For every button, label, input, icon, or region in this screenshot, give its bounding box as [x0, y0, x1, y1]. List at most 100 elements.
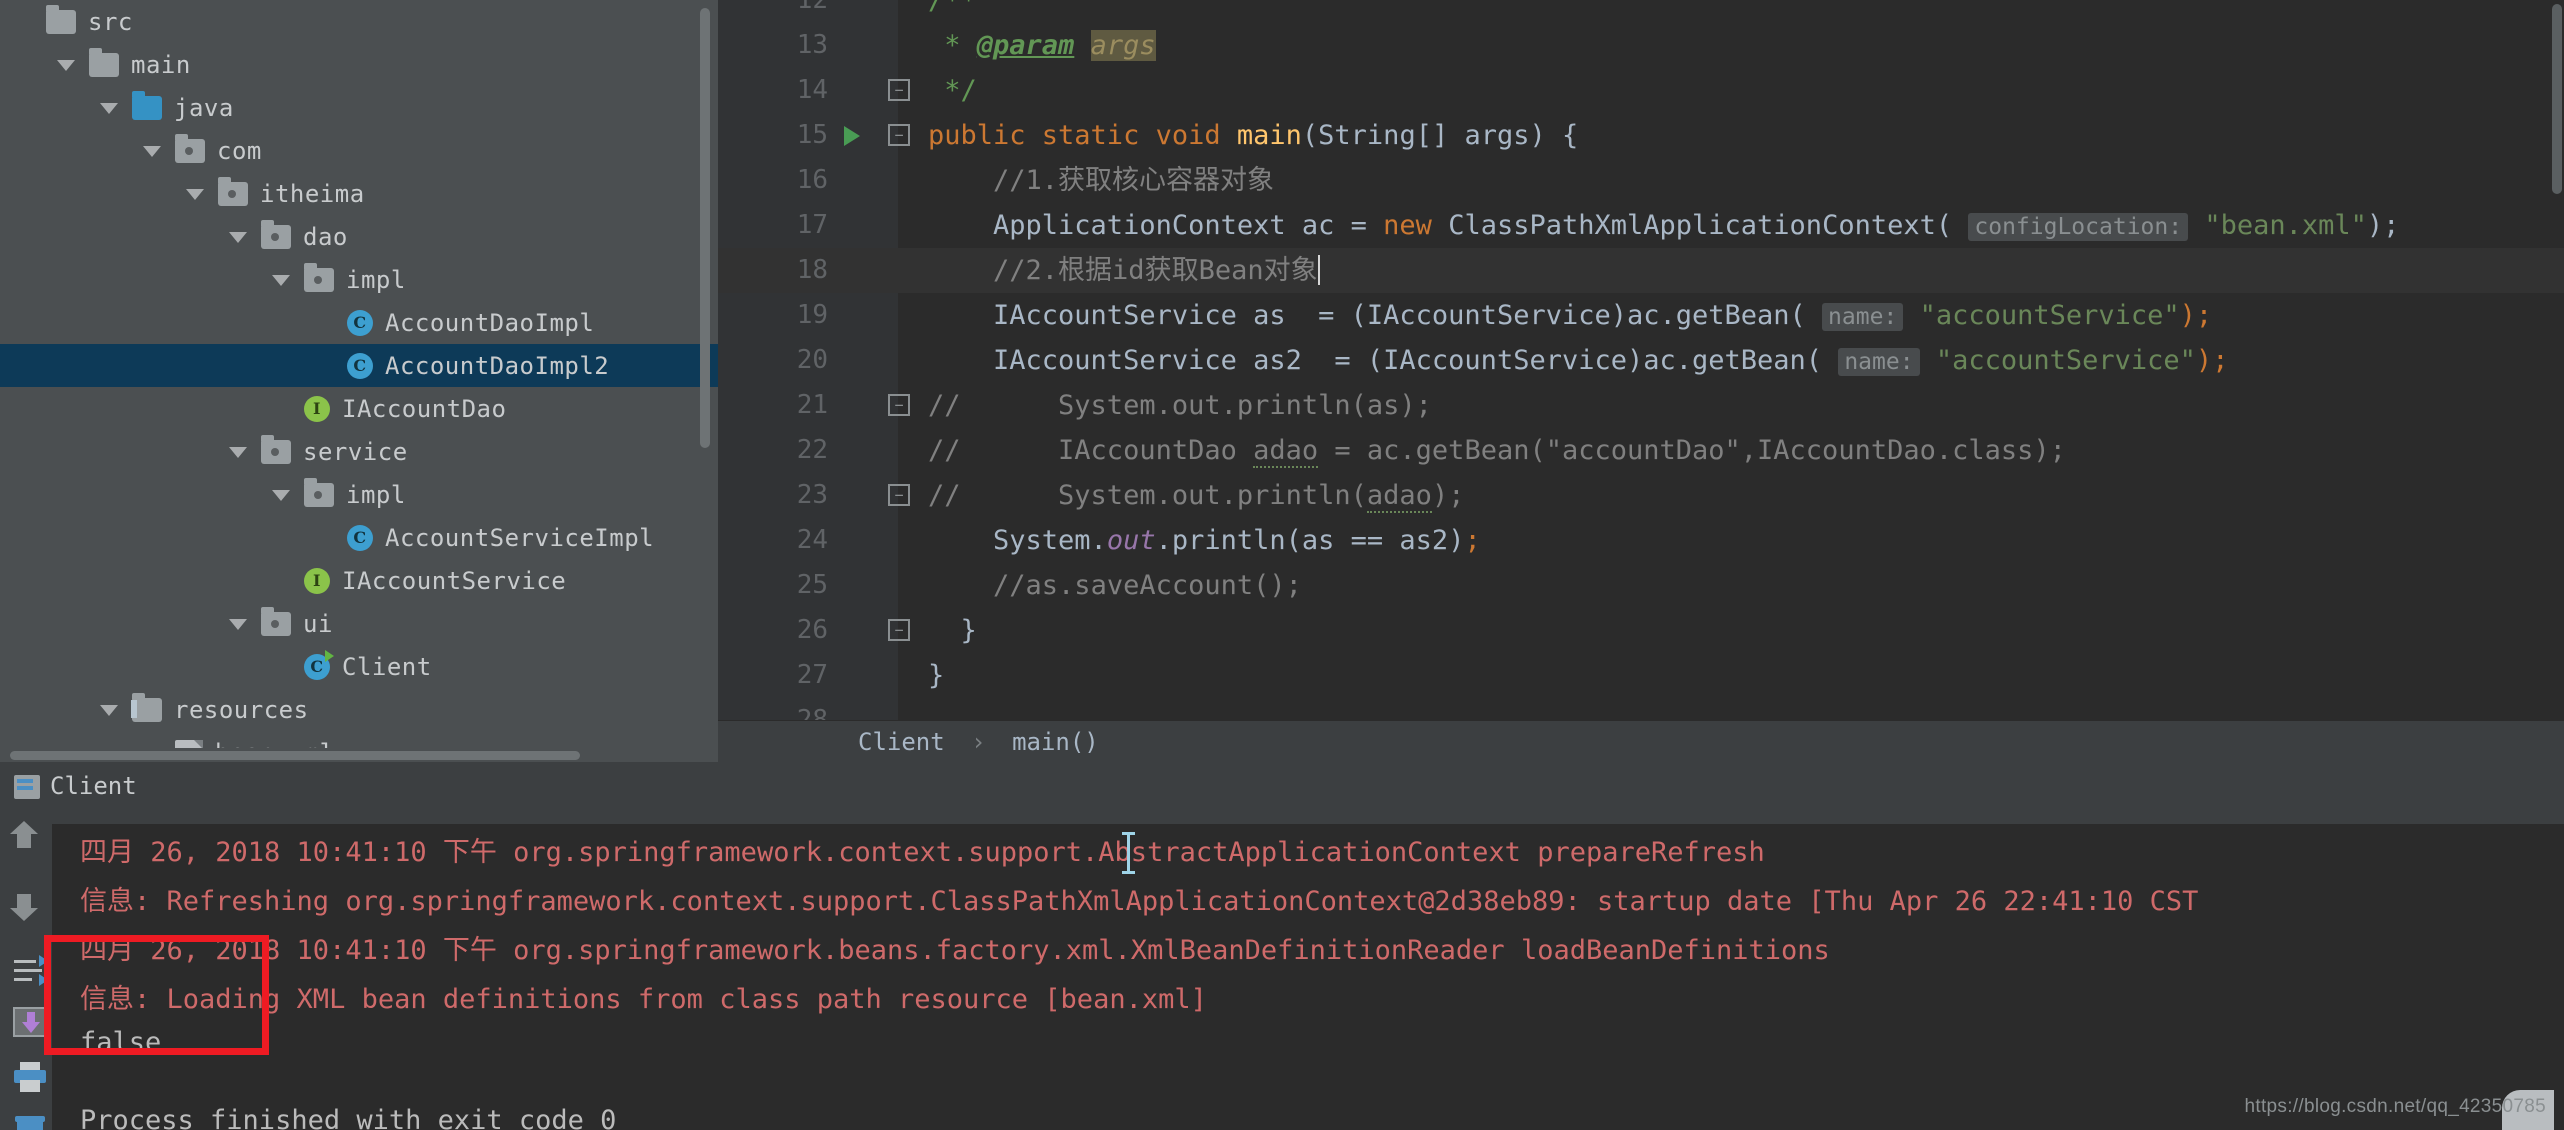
- package-icon: [261, 607, 291, 636]
- run-tab-client[interactable]: Client: [14, 768, 137, 804]
- tree-item-accountdaoimpl[interactable]: C AccountDaoImpl: [0, 301, 718, 344]
- package-icon: [304, 263, 334, 292]
- chevron-down-icon[interactable]: [57, 59, 75, 71]
- run-tool-window: Client 四月 26, 2018 10:41:10 下午 org.sprin…: [0, 762, 2564, 1130]
- code-line-13[interactable]: 13 * @param args: [718, 23, 2564, 68]
- tree-item-label: main: [131, 50, 191, 79]
- chevron-down-icon[interactable]: [272, 489, 290, 501]
- code-line-24[interactable]: 24 System.out.println(as == as2);: [718, 518, 2564, 563]
- scroll-up-icon[interactable]: [6, 821, 46, 868]
- project-tree-horizontal-scrollbar[interactable]: [0, 748, 718, 762]
- line-number: 15: [796, 120, 828, 150]
- source-folder-icon: [132, 91, 162, 120]
- tree-item-iaccountdao[interactable]: I IAccountDao: [0, 387, 718, 430]
- tree-item-accountserviceimpl[interactable]: C AccountServiceImpl: [0, 516, 718, 559]
- tree-item-label: com: [217, 136, 262, 165]
- scroll-to-end-icon[interactable]: [6, 1002, 47, 1046]
- code-line-15[interactable]: 15 − public static void main(String[] args…: [718, 113, 2564, 158]
- fold-toggle-icon[interactable]: −: [888, 484, 910, 506]
- tree-item-service[interactable]: service: [0, 430, 718, 473]
- java-class-icon: C: [347, 525, 373, 551]
- chevron-down-icon[interactable]: [100, 704, 118, 716]
- trash-icon[interactable]: [6, 1110, 46, 1130]
- code-text: /**: [928, 0, 977, 16]
- code-line-14[interactable]: 14 − */: [718, 68, 2564, 113]
- scroll-down-icon[interactable]: [6, 886, 46, 930]
- project-tool-window[interactable]: src main java com itheima dao impl C AccountDaoI…: [0, 0, 718, 762]
- code-line-23[interactable]: 23 −// System.out.println(adao);: [718, 473, 2564, 518]
- code-line-19[interactable]: 19 IAccountService as = (IAccountService…: [718, 293, 2564, 338]
- code-line-18[interactable]: 18 //2.根据id获取Bean对象: [718, 248, 2564, 293]
- chevron-down-icon[interactable]: [229, 618, 247, 630]
- code-text: }: [928, 660, 945, 691]
- code-line-17[interactable]: 17 ApplicationContext ac = new ClassPath…: [718, 203, 2564, 248]
- editor-vertical-scrollbar[interactable]: [2552, 4, 2562, 194]
- code-line-21[interactable]: 21 −// System.out.println(as);: [718, 383, 2564, 428]
- chevron-down-icon[interactable]: [229, 446, 247, 458]
- chevron-down-icon[interactable]: [143, 145, 161, 157]
- package-icon: [218, 177, 248, 206]
- tree-item-label: ui: [303, 609, 333, 638]
- tree-item-java[interactable]: java: [0, 86, 718, 129]
- code-line-27[interactable]: 27}: [718, 653, 2564, 698]
- line-number: 25: [796, 570, 828, 600]
- tree-item-label: impl: [346, 265, 406, 294]
- tree-item-itheima[interactable]: itheima: [0, 172, 718, 215]
- chevron-down-icon[interactable]: [186, 188, 204, 200]
- folder-icon: [89, 48, 119, 77]
- tree-item-main[interactable]: main: [0, 43, 718, 86]
- package-icon: [261, 220, 291, 249]
- console-output[interactable]: 四月 26, 2018 10:41:10 下午 org.springframew…: [52, 810, 2564, 1130]
- soft-wrap-icon[interactable]: [6, 950, 48, 994]
- tree-item-impl[interactable]: impl: [0, 473, 718, 516]
- chevron-down-icon[interactable]: [229, 231, 247, 243]
- tree-item-ui[interactable]: ui: [0, 602, 718, 645]
- code-line-26[interactable]: 26 − }: [718, 608, 2564, 653]
- code-text: //as.saveAccount();: [993, 570, 1302, 601]
- fold-toggle-icon[interactable]: −: [888, 124, 910, 146]
- tree-item-label: resources: [174, 695, 309, 724]
- code-text: IAccountService as2 = (IAccountService)a…: [928, 345, 2229, 376]
- code-line-12[interactable]: 12 /**: [718, 0, 2564, 23]
- code-text: //1.获取核心容器对象: [993, 165, 1275, 196]
- tree-item-label: IAccountDao: [342, 394, 507, 423]
- tree-item-com[interactable]: com: [0, 129, 718, 172]
- tree-item-iaccountservice[interactable]: I IAccountService: [0, 559, 718, 602]
- code-line-25[interactable]: 25 //as.saveAccount();: [718, 563, 2564, 608]
- breadcrumb-class[interactable]: Client: [858, 728, 945, 756]
- project-tree-vertical-scrollbar[interactable]: [700, 8, 710, 448]
- code-line-20[interactable]: 20 IAccountService as2 = (IAccountServic…: [718, 338, 2564, 383]
- code-text: // IAccountDao adao = ac.getBean("accoun…: [928, 435, 2066, 468]
- line-number: 14: [796, 75, 828, 105]
- console-line: Process finished with exit code 0: [80, 1105, 617, 1130]
- code-text: // System.out.println(adao);: [928, 480, 1465, 513]
- project-tree[interactable]: src main java com itheima dao impl C AccountDaoI…: [0, 0, 718, 762]
- chevron-down-icon[interactable]: [100, 102, 118, 114]
- code-text: * @param args: [928, 30, 1156, 61]
- code-line-22[interactable]: 22 // IAccountDao adao = ac.getBean("acco…: [718, 428, 2564, 473]
- code-line-16[interactable]: 16 //1.获取核心容器对象: [718, 158, 2564, 203]
- breadcrumb-method[interactable]: main(): [1012, 728, 1099, 756]
- fold-toggle-icon[interactable]: −: [888, 619, 910, 641]
- tree-item-label: IAccountService: [342, 566, 567, 595]
- tree-item-accountdaoimpl2[interactable]: C AccountDaoImpl2: [0, 344, 718, 387]
- chevron-down-icon[interactable]: [272, 274, 290, 286]
- tree-item-impl[interactable]: impl: [0, 258, 718, 301]
- breadcrumb[interactable]: Client › main(): [718, 720, 2564, 762]
- run-gutter-icon[interactable]: [844, 126, 860, 146]
- tree-item-dao[interactable]: dao: [0, 215, 718, 258]
- code-editor[interactable]: 12/** 13 * @param args 14− */15− public sta…: [718, 0, 2564, 762]
- run-tab-label: Client: [50, 772, 137, 800]
- tree-item-label: itheima: [260, 179, 365, 208]
- tree-item-client[interactable]: C Client: [0, 645, 718, 688]
- console-line: 四月 26, 2018 10:41:10 下午 org.springframew…: [80, 837, 1765, 868]
- print-icon[interactable]: [6, 1056, 46, 1100]
- tree-item-label: service: [303, 437, 408, 466]
- tree-item-label: Client: [342, 652, 432, 681]
- tree-item-resources[interactable]: resources: [0, 688, 718, 731]
- fold-toggle-icon[interactable]: −: [888, 79, 910, 101]
- tree-item-src[interactable]: src: [0, 0, 718, 43]
- fold-toggle-icon[interactable]: −: [888, 394, 910, 416]
